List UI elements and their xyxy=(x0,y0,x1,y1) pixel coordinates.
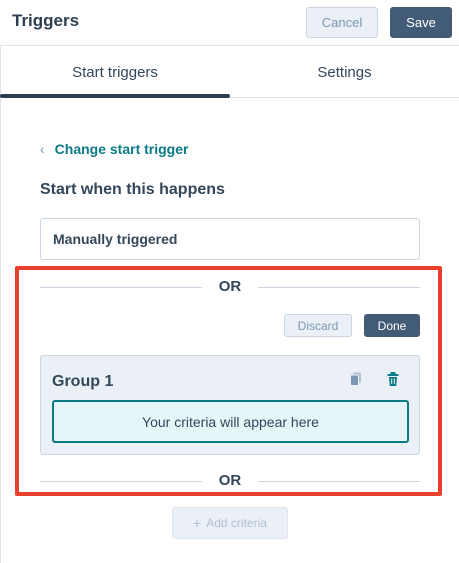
panel-header: Triggers Cancel Save xyxy=(0,0,459,46)
cancel-button[interactable]: Cancel xyxy=(306,7,378,38)
or-divider-bottom: OR xyxy=(40,471,420,491)
active-tab-indicator xyxy=(0,94,230,98)
divider-line xyxy=(40,481,202,482)
group-title: Group 1 xyxy=(52,373,114,390)
or-label: OR xyxy=(218,472,242,489)
divider-line xyxy=(40,287,202,288)
change-start-trigger-label: Change start trigger xyxy=(54,141,189,157)
tab-settings[interactable]: Settings xyxy=(230,47,459,98)
done-button[interactable]: Done xyxy=(364,314,420,337)
copy-icon[interactable] xyxy=(348,371,364,387)
add-criteria-label: Add criteria xyxy=(206,516,267,530)
section-heading: Start when this happens xyxy=(40,181,225,198)
panel-title: Triggers xyxy=(12,11,80,30)
criteria-placeholder[interactable]: Your criteria will appear here xyxy=(52,400,409,443)
chevron-left-icon: ‹ xyxy=(40,141,45,157)
or-divider-top: OR xyxy=(40,277,420,297)
change-start-trigger-link[interactable]: ‹ Change start trigger xyxy=(40,141,188,157)
tab-start-triggers[interactable]: Start triggers xyxy=(0,47,230,98)
trigger-type-field[interactable]: Manually triggered xyxy=(40,218,420,260)
divider-line xyxy=(258,287,420,288)
criteria-group: Group 1 Your criteria will appear here xyxy=(40,355,420,455)
plus-icon: + xyxy=(193,515,202,531)
divider-line xyxy=(258,481,420,482)
trash-icon[interactable] xyxy=(385,371,401,387)
tab-bar: Start triggers Settings xyxy=(0,47,459,98)
add-criteria-button[interactable]: + Add criteria xyxy=(172,507,288,539)
or-label: OR xyxy=(218,278,242,295)
save-button[interactable]: Save xyxy=(390,7,452,38)
discard-button[interactable]: Discard xyxy=(284,314,352,337)
